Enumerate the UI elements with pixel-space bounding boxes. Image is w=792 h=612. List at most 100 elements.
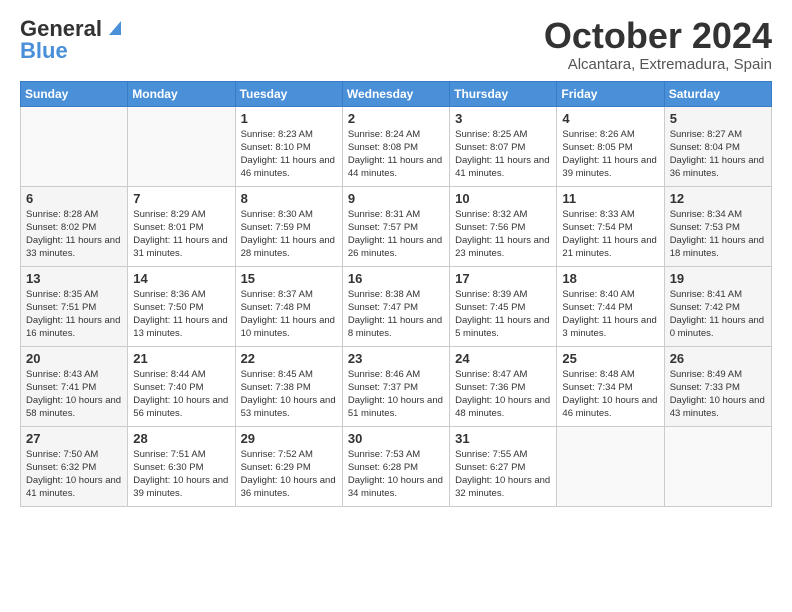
calendar-cell: 21 Sunrise: 8:44 AM Sunset: 7:40 PM Dayli… bbox=[128, 346, 235, 426]
calendar-cell: 20 Sunrise: 8:43 AM Sunset: 7:41 PM Dayli… bbox=[21, 346, 128, 426]
calendar-cell: 22Sunrise: 8:45 AM Sunset: 7:38 PM Dayli… bbox=[235, 346, 342, 426]
day-info: Sunrise: 8:26 AM Sunset: 8:05 PM Dayligh… bbox=[562, 128, 658, 181]
calendar-header: Sunday Monday Tuesday Wednesday Thursday… bbox=[21, 81, 772, 106]
day-info: Sunrise: 8:25 AM Sunset: 8:07 PM Dayligh… bbox=[455, 128, 551, 181]
day-number: 11 bbox=[562, 191, 658, 206]
calendar-cell: 3 Sunrise: 8:25 AM Sunset: 8:07 PM Daylig… bbox=[450, 106, 557, 186]
calendar-cell: 24Sunrise: 8:47 AM Sunset: 7:36 PM Dayli… bbox=[450, 346, 557, 426]
title-area: October 2024 Alcantara, Extremadura, Spa… bbox=[544, 16, 772, 73]
day-info: Sunrise: 8:49 AM Sunset: 7:33 PM Dayligh… bbox=[670, 368, 766, 421]
day-info: Sunrise: 7:52 AM Sunset: 6:29 PM Dayligh… bbox=[241, 448, 337, 501]
calendar-cell: 15Sunrise: 8:37 AM Sunset: 7:48 PM Dayli… bbox=[235, 266, 342, 346]
day-info: Sunrise: 8:41 AM Sunset: 7:42 PM Dayligh… bbox=[670, 288, 766, 341]
col-tuesday: Tuesday bbox=[235, 81, 342, 106]
location-title: Alcantara, Extremadura, Spain bbox=[544, 56, 772, 73]
calendar-cell: 31 Sunrise: 7:55 AM Sunset: 6:27 PM Dayli… bbox=[450, 426, 557, 506]
calendar-cell bbox=[128, 106, 235, 186]
calendar-cell: 13Sunrise: 8:35 AM Sunset: 7:51 PM Dayli… bbox=[21, 266, 128, 346]
day-number: 12 bbox=[670, 191, 766, 206]
day-info: Sunrise: 8:36 AM Sunset: 7:50 PM Dayligh… bbox=[133, 288, 229, 341]
col-friday: Friday bbox=[557, 81, 664, 106]
calendar-cell: 11Sunrise: 8:33 AM Sunset: 7:54 PM Dayli… bbox=[557, 186, 664, 266]
day-number: 17 bbox=[455, 271, 551, 286]
day-number: 14 bbox=[133, 271, 229, 286]
week-row-4: 20 Sunrise: 8:43 AM Sunset: 7:41 PM Dayli… bbox=[21, 346, 772, 426]
week-row-2: 6 Sunrise: 8:28 AM Sunset: 8:02 PM Daylig… bbox=[21, 186, 772, 266]
calendar-cell: 9Sunrise: 8:31 AM Sunset: 7:57 PM Daylig… bbox=[342, 186, 449, 266]
day-number: 26 bbox=[670, 351, 766, 366]
day-number: 23 bbox=[348, 351, 444, 366]
day-number: 21 bbox=[133, 351, 229, 366]
calendar-table: Sunday Monday Tuesday Wednesday Thursday… bbox=[20, 81, 772, 507]
day-info: Sunrise: 8:28 AM Sunset: 8:02 PM Dayligh… bbox=[26, 208, 122, 261]
day-info: Sunrise: 8:43 AM Sunset: 7:41 PM Dayligh… bbox=[26, 368, 122, 421]
day-info: Sunrise: 8:39 AM Sunset: 7:45 PM Dayligh… bbox=[455, 288, 551, 341]
day-info: Sunrise: 8:46 AM Sunset: 7:37 PM Dayligh… bbox=[348, 368, 444, 421]
day-info: Sunrise: 8:24 AM Sunset: 8:08 PM Dayligh… bbox=[348, 128, 444, 181]
day-number: 3 bbox=[455, 111, 551, 126]
day-info: Sunrise: 8:45 AM Sunset: 7:38 PM Dayligh… bbox=[241, 368, 337, 421]
col-wednesday: Wednesday bbox=[342, 81, 449, 106]
day-info: Sunrise: 8:32 AM Sunset: 7:56 PM Dayligh… bbox=[455, 208, 551, 261]
calendar-cell: 23 Sunrise: 8:46 AM Sunset: 7:37 PM Dayli… bbox=[342, 346, 449, 426]
calendar-cell: 16Sunrise: 8:38 AM Sunset: 7:47 PM Dayli… bbox=[342, 266, 449, 346]
day-info: Sunrise: 8:44 AM Sunset: 7:40 PM Dayligh… bbox=[133, 368, 229, 421]
day-number: 18 bbox=[562, 271, 658, 286]
day-number: 4 bbox=[562, 111, 658, 126]
day-number: 16 bbox=[348, 271, 444, 286]
day-info: Sunrise: 8:30 AM Sunset: 7:59 PM Dayligh… bbox=[241, 208, 337, 261]
calendar-cell: 30 Sunrise: 7:53 AM Sunset: 6:28 PM Dayli… bbox=[342, 426, 449, 506]
calendar-cell bbox=[664, 426, 771, 506]
col-thursday: Thursday bbox=[450, 81, 557, 106]
calendar-cell: 6 Sunrise: 8:28 AM Sunset: 8:02 PM Daylig… bbox=[21, 186, 128, 266]
day-number: 29 bbox=[241, 431, 337, 446]
calendar-cell: 18Sunrise: 8:40 AM Sunset: 7:44 PM Dayli… bbox=[557, 266, 664, 346]
days-row: Sunday Monday Tuesday Wednesday Thursday… bbox=[21, 81, 772, 106]
calendar-cell: 5Sunrise: 8:27 AM Sunset: 8:04 PM Daylig… bbox=[664, 106, 771, 186]
day-number: 25 bbox=[562, 351, 658, 366]
day-number: 20 bbox=[26, 351, 122, 366]
day-number: 19 bbox=[670, 271, 766, 286]
calendar-body: 1Sunrise: 8:23 AM Sunset: 8:10 PM Daylig… bbox=[21, 106, 772, 506]
logo: General Blue bbox=[20, 16, 125, 64]
calendar-cell: 12 Sunrise: 8:34 AM Sunset: 7:53 PM Dayli… bbox=[664, 186, 771, 266]
day-info: Sunrise: 8:37 AM Sunset: 7:48 PM Dayligh… bbox=[241, 288, 337, 341]
day-number: 31 bbox=[455, 431, 551, 446]
day-number: 7 bbox=[133, 191, 229, 206]
day-info: Sunrise: 7:55 AM Sunset: 6:27 PM Dayligh… bbox=[455, 448, 551, 501]
day-number: 24 bbox=[455, 351, 551, 366]
day-info: Sunrise: 8:31 AM Sunset: 7:57 PM Dayligh… bbox=[348, 208, 444, 261]
calendar-cell bbox=[557, 426, 664, 506]
day-number: 1 bbox=[241, 111, 337, 126]
calendar-cell: 4 Sunrise: 8:26 AM Sunset: 8:05 PM Daylig… bbox=[557, 106, 664, 186]
month-title: October 2024 bbox=[544, 16, 772, 56]
week-row-5: 27Sunrise: 7:50 AM Sunset: 6:32 PM Dayli… bbox=[21, 426, 772, 506]
calendar-cell: 8 Sunrise: 8:30 AM Sunset: 7:59 PM Daylig… bbox=[235, 186, 342, 266]
day-number: 13 bbox=[26, 271, 122, 286]
day-number: 27 bbox=[26, 431, 122, 446]
calendar-cell: 1Sunrise: 8:23 AM Sunset: 8:10 PM Daylig… bbox=[235, 106, 342, 186]
calendar-cell bbox=[21, 106, 128, 186]
calendar-cell: 10 Sunrise: 8:32 AM Sunset: 7:56 PM Dayli… bbox=[450, 186, 557, 266]
calendar-cell: 25 Sunrise: 8:48 AM Sunset: 7:34 PM Dayli… bbox=[557, 346, 664, 426]
calendar-cell: 7Sunrise: 8:29 AM Sunset: 8:01 PM Daylig… bbox=[128, 186, 235, 266]
calendar-cell: 27Sunrise: 7:50 AM Sunset: 6:32 PM Dayli… bbox=[21, 426, 128, 506]
calendar-cell: 28Sunrise: 7:51 AM Sunset: 6:30 PM Dayli… bbox=[128, 426, 235, 506]
day-info: Sunrise: 8:27 AM Sunset: 8:04 PM Dayligh… bbox=[670, 128, 766, 181]
week-row-1: 1Sunrise: 8:23 AM Sunset: 8:10 PM Daylig… bbox=[21, 106, 772, 186]
calendar-cell: 14 Sunrise: 8:36 AM Sunset: 7:50 PM Dayli… bbox=[128, 266, 235, 346]
day-number: 10 bbox=[455, 191, 551, 206]
calendar-cell: 29 Sunrise: 7:52 AM Sunset: 6:29 PM Dayli… bbox=[235, 426, 342, 506]
col-sunday: Sunday bbox=[21, 81, 128, 106]
day-info: Sunrise: 8:48 AM Sunset: 7:34 PM Dayligh… bbox=[562, 368, 658, 421]
logo-blue: Blue bbox=[20, 38, 68, 64]
day-number: 2 bbox=[348, 111, 444, 126]
day-number: 6 bbox=[26, 191, 122, 206]
day-number: 8 bbox=[241, 191, 337, 206]
day-number: 30 bbox=[348, 431, 444, 446]
calendar-cell: 19 Sunrise: 8:41 AM Sunset: 7:42 PM Dayli… bbox=[664, 266, 771, 346]
logo-triangle-icon bbox=[103, 17, 125, 39]
day-info: Sunrise: 7:51 AM Sunset: 6:30 PM Dayligh… bbox=[133, 448, 229, 501]
day-info: Sunrise: 8:34 AM Sunset: 7:53 PM Dayligh… bbox=[670, 208, 766, 261]
day-info: Sunrise: 7:53 AM Sunset: 6:28 PM Dayligh… bbox=[348, 448, 444, 501]
